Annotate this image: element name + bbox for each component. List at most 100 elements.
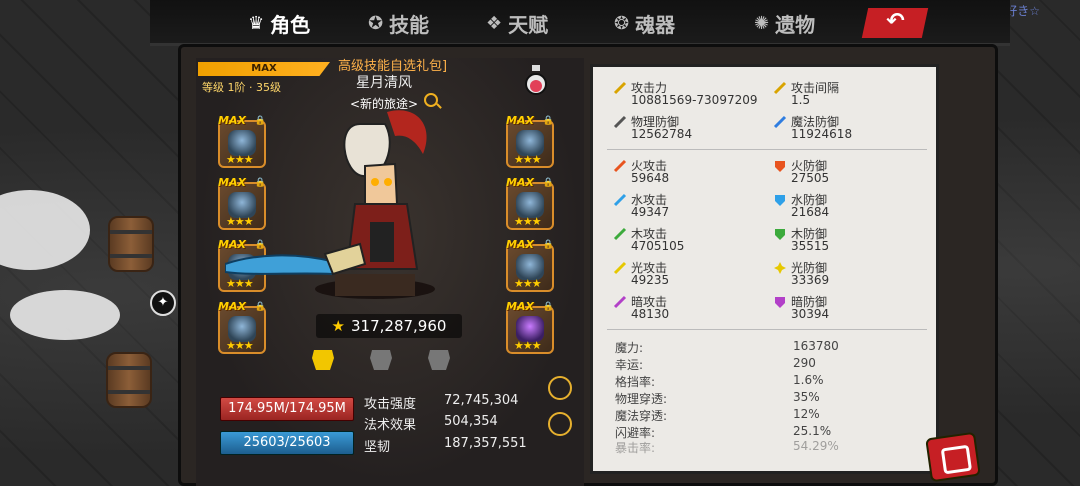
stat-value: 1.5: [791, 93, 811, 107]
level-text: 等级 1阶 · 35级: [202, 81, 281, 94]
tab-label: 技能: [389, 12, 430, 37]
luck-label: 幸运:: [615, 358, 644, 372]
slot-stars: ★★★: [226, 339, 254, 352]
stat-value: 10881569-73097209: [631, 93, 758, 107]
character-portrait: [225, 110, 435, 299]
mana-label: 魔力:: [615, 341, 644, 355]
mana-value: 163780: [793, 339, 839, 353]
magic-penetration-value: 12%: [793, 407, 820, 421]
lock-icon: 🔒: [542, 302, 554, 312]
tab-skills[interactable]: ✪ 技能: [368, 6, 429, 40]
water-attack-icon: [613, 193, 627, 207]
tab-character[interactable]: ♛ 角色: [248, 6, 310, 40]
atom-icon[interactable]: [548, 412, 572, 436]
hp-bar: 174.95M/174.95M: [220, 397, 354, 421]
crit-rate-label: 暴击率:: [615, 441, 656, 455]
tab-relic[interactable]: ✺ 遗物: [754, 6, 815, 40]
lock-icon: 🔒: [542, 116, 554, 126]
speed-sword-icon: [773, 81, 787, 95]
combat-power: ★ 317,287,960: [316, 314, 462, 338]
divider: [607, 149, 927, 150]
stat-value: 49235: [631, 273, 670, 287]
barrel: [108, 216, 154, 272]
magic-penetration-label: 魔法穿透:: [615, 409, 668, 423]
fire-attack-icon: [613, 159, 627, 173]
block-rate-label: 格挡率:: [615, 375, 656, 389]
toughness-value: 187,357,551: [444, 436, 527, 451]
side-menu-icon[interactable]: ✦: [150, 290, 176, 316]
lock-icon: 🔒: [542, 240, 554, 250]
fire-defense-icon: [775, 161, 785, 172]
back-button[interactable]: ↶: [861, 8, 929, 38]
light-defense-icon: [774, 262, 786, 274]
equip-slot-armor[interactable]: MAX 🔒 ★★★: [506, 114, 554, 168]
physical-defense-icon: [613, 115, 627, 129]
stat-value: 21684: [791, 205, 830, 219]
character-name: 星月清风: [356, 75, 412, 91]
physical-penetration-value: 35%: [793, 390, 820, 404]
stat-value: 12562784: [631, 127, 693, 141]
dodge-rate-value: 25.1%: [793, 424, 832, 438]
medal-icon[interactable]: [548, 376, 572, 400]
dark-attack-icon: [613, 295, 627, 309]
lock-icon: 🔒: [542, 178, 554, 188]
slot-max-badge: MAX: [506, 300, 534, 313]
divider: [607, 329, 927, 330]
outfit-set-3-icon[interactable]: [426, 348, 452, 372]
wood-attack-icon: [613, 227, 627, 241]
water-defense-icon: [775, 195, 785, 206]
attack-strength-value: 72,745,304: [444, 393, 519, 408]
physical-penetration-label: 物理穿透:: [615, 392, 668, 406]
stat-value: 49347: [631, 205, 670, 219]
exp-bar: MAX: [198, 62, 330, 76]
slot-stars: ★★★: [514, 277, 542, 290]
attack-strength-label: 攻击强度: [364, 397, 417, 412]
block-rate-value: 1.6%: [793, 373, 824, 387]
talent-icon: ❖: [486, 12, 503, 34]
tab-label: 角色: [270, 12, 311, 37]
crown-icon: ♛: [248, 12, 265, 34]
chest-button[interactable]: [925, 431, 981, 483]
dark-defense-icon: [775, 297, 785, 308]
mp-bar: 25603/25603: [220, 431, 354, 455]
stat-value: 11924618: [791, 127, 853, 141]
slot-max-badge: MAX: [506, 238, 534, 251]
potion-icon[interactable]: [524, 64, 548, 98]
equip-slot-shoulder[interactable]: MAX 🔒 ★★★: [506, 176, 554, 230]
equip-slot-ring[interactable]: MAX 🔒 ★★★: [218, 300, 266, 354]
slot-max-badge: MAX: [506, 114, 534, 127]
toughness-label: 坚韧: [364, 440, 391, 455]
slot-stars: ★★★: [514, 339, 542, 352]
back-arrow-icon: ↶: [885, 9, 905, 34]
tab-bar: ♛ 角色 ✪ 技能 ❖ 天赋 ❂ 魂器 ✺ 遗物 ↶: [150, 0, 1010, 46]
stat-value: 4705105: [631, 239, 685, 253]
magic-defense-icon: [773, 115, 787, 129]
sword-icon: [613, 81, 627, 95]
stat-value: 35515: [791, 239, 830, 253]
tab-label: 魂器: [635, 12, 676, 37]
tab-talent[interactable]: ❖ 天赋: [486, 6, 548, 40]
spell-effect-label: 法术效果: [364, 418, 417, 433]
crit-rate-value: 54.29%: [793, 439, 839, 453]
luck-value: 290: [793, 356, 816, 370]
outfit-set-1-icon[interactable]: [310, 348, 336, 372]
slot-stars: ★★★: [514, 215, 542, 228]
tab-label: 遗物: [775, 12, 816, 37]
slot-max-badge: MAX: [506, 176, 534, 189]
stats-panel: 攻击力 10881569-73097209 攻击间隔 1.5 物理防御 1256…: [590, 64, 939, 474]
slot-stars: ★★★: [514, 153, 542, 166]
stat-value: 33369: [791, 273, 830, 287]
stat-value: 27505: [791, 171, 830, 185]
light-attack-icon: [613, 261, 627, 275]
spell-effect-value: 504,354: [444, 414, 498, 429]
wood-defense-icon: [775, 229, 785, 240]
equip-slot-amulet[interactable]: MAX 🔒 ★★★: [506, 300, 554, 354]
outfit-set-2-icon[interactable]: [368, 348, 394, 372]
tab-label: 天赋: [508, 12, 549, 37]
barrel: [106, 352, 152, 408]
combat-power-value: 317,287,960: [351, 317, 447, 335]
relic-icon: ✺: [754, 12, 770, 34]
tab-soul[interactable]: ❂ 魂器: [614, 6, 675, 40]
equip-slot-boots[interactable]: MAX 🔒 ★★★: [506, 238, 554, 292]
stat-value: 30394: [791, 307, 830, 321]
